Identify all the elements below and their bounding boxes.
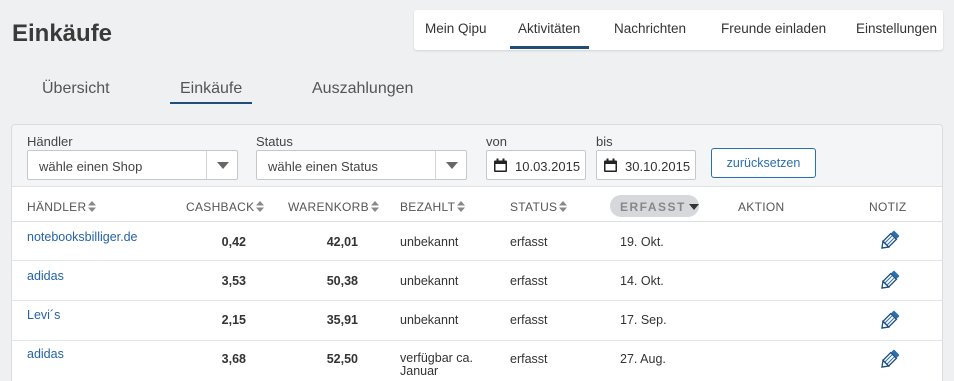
column-header-bezahlt[interactable]: BEZAHLT (400, 200, 466, 214)
purchases-panel: Händler wähle einen Shop Status wähle ei… (11, 124, 943, 381)
column-header-notiz: NOTIZ (869, 200, 907, 214)
bezahlt-value: unbekannt (400, 274, 459, 288)
column-header-status[interactable]: STATUS (510, 200, 568, 214)
bezahlt-value: verfügbar ca. Januar (400, 351, 473, 378)
column-header-label: STATUS (510, 200, 558, 214)
to-date-label: bis (596, 134, 613, 149)
nav-nachrichten[interactable]: Nachrichten (614, 21, 686, 36)
chevron-down-icon (435, 151, 466, 179)
column-header-cashback[interactable]: CASHBACK (186, 200, 265, 214)
from-date-input[interactable]: 10.03.2015 (486, 150, 586, 180)
from-date-label: von (486, 134, 507, 149)
tab-uebersicht[interactable]: Übersicht (42, 80, 110, 98)
shop-filter-label: Händler (27, 134, 73, 149)
warenkorb-value: 52,50 (326, 352, 358, 366)
to-date-value: 30.10.2015 (625, 159, 691, 174)
column-header-label: WARENKORB (288, 200, 369, 214)
status-value: erfasst (510, 274, 548, 288)
table-row: adidas 3,53 50,38 unbekannt erfasst 14. … (12, 262, 942, 301)
status-value: erfasst (510, 235, 548, 249)
erfasst-value: 17. Sep. (620, 313, 667, 327)
column-header-erfasst[interactable]: ERFASST (620, 200, 699, 214)
column-header-aktion: AKTION (738, 200, 785, 214)
page-title: Einkäufe (12, 20, 113, 47)
erfasst-value: 14. Okt. (620, 274, 664, 288)
from-date-value: 10.03.2015 (515, 159, 581, 174)
nav-freunde-einladen[interactable]: Freunde einladen (721, 21, 826, 36)
calendar-icon (494, 158, 507, 172)
bezahlt-value: unbekannt (400, 313, 459, 327)
shop-link[interactable]: adidas (27, 347, 64, 361)
sort-down-icon (688, 204, 699, 210)
shop-select-value: wähle einen Shop (39, 159, 143, 174)
status-filter-label: Status (256, 134, 293, 149)
table-row: notebooksbilliger.de 0,42 42,01 unbekann… (12, 222, 942, 261)
warenkorb-value: 50,38 (326, 274, 358, 288)
pencil-icon[interactable] (878, 230, 900, 252)
sort-both-icon (256, 201, 265, 212)
calendar-icon (604, 158, 617, 172)
to-date-input[interactable]: 30.10.2015 (596, 150, 696, 180)
sort-both-icon (370, 201, 379, 212)
tab-einkaeufe[interactable]: Einkäufe (169, 80, 253, 104)
reset-button[interactable]: zurücksetzen (711, 148, 816, 178)
nav-mein-qipu[interactable]: Mein Qipu (425, 21, 487, 36)
top-navigation: Mein Qipu Aktivitäten Nachrichten Freund… (414, 10, 943, 50)
shop-link[interactable]: notebooksbilliger.de (27, 230, 138, 244)
tab-auszahlungen[interactable]: Auszahlungen (312, 80, 413, 98)
column-header-label: HÄNDLER (27, 200, 87, 214)
column-header-label: CASHBACK (186, 200, 255, 214)
cashback-value: 2,15 (221, 313, 246, 327)
column-header-warenkorb[interactable]: WARENKORB (288, 200, 379, 214)
column-header-label: BEZAHLT (400, 200, 456, 214)
sort-both-icon (88, 201, 97, 212)
status-value: erfasst (510, 352, 548, 366)
warenkorb-value: 35,91 (326, 313, 358, 327)
bezahlt-value: unbekannt (400, 235, 459, 249)
cashback-value: 3,68 (221, 352, 246, 366)
shop-link[interactable]: adidas (27, 269, 64, 283)
filter-bar: Händler wähle einen Shop Status wähle ei… (12, 125, 942, 187)
nav-einstellungen[interactable]: Einstellungen (856, 21, 937, 36)
erfasst-value: 19. Okt. (620, 235, 664, 249)
erfasst-value: 27. Aug. (620, 352, 666, 366)
nav-aktivitaeten[interactable]: Aktivitäten (509, 21, 590, 49)
column-header-label: ERFASST (620, 200, 686, 214)
status-value: erfasst (510, 313, 548, 327)
warenkorb-value: 42,01 (326, 235, 358, 249)
pencil-icon[interactable] (878, 270, 900, 292)
sort-both-icon (559, 201, 568, 212)
sort-both-icon (457, 201, 466, 212)
shop-link[interactable]: Levi´s (27, 308, 60, 322)
pencil-icon[interactable] (878, 349, 900, 371)
table-row: Levi´s 2,15 35,91 unbekannt erfasst 17. … (12, 302, 942, 341)
column-header-haendler[interactable]: HÄNDLER (27, 200, 97, 214)
chevron-down-icon (206, 151, 237, 179)
status-select[interactable]: wähle einen Status (256, 150, 467, 180)
pencil-icon[interactable] (878, 310, 900, 332)
table-row: adidas 3,68 52,50 verfügbar ca. Januar e… (12, 342, 942, 381)
status-select-value: wähle einen Status (268, 159, 378, 174)
cashback-value: 0,42 (221, 235, 246, 249)
shop-select[interactable]: wähle einen Shop (27, 150, 238, 180)
cashback-value: 3,53 (221, 274, 246, 288)
